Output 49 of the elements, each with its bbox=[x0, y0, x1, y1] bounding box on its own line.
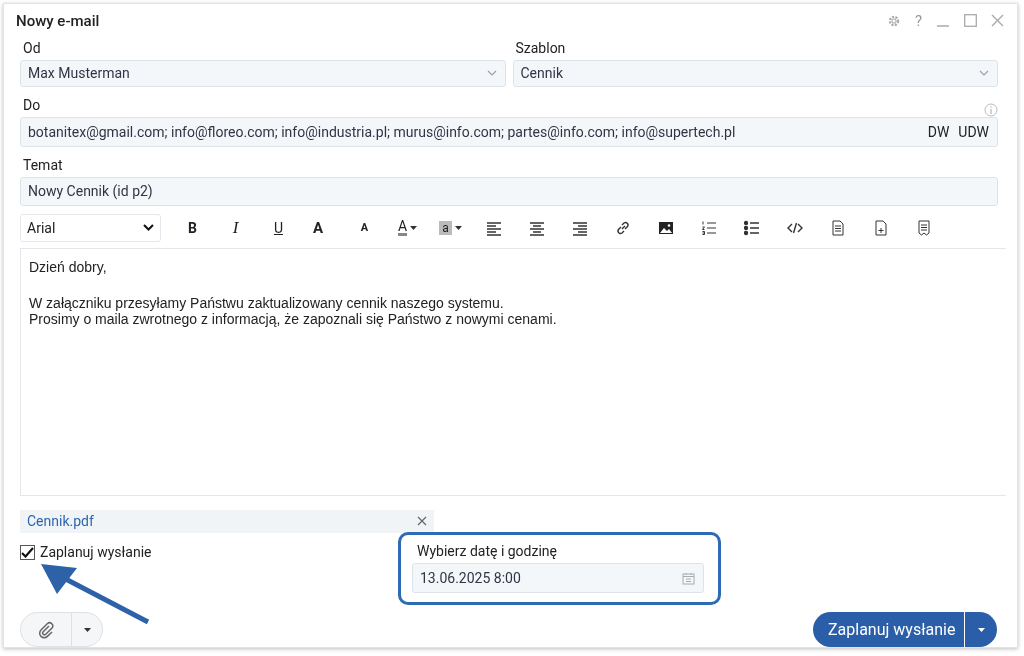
chevron-icon bbox=[486, 70, 497, 77]
caret-icon bbox=[454, 225, 462, 230]
chevron-icon bbox=[979, 70, 989, 77]
caret-icon bbox=[977, 627, 985, 632]
bcc-link[interactable]: UDW bbox=[958, 123, 989, 140]
shrink-button[interactable]: A bbox=[343, 213, 386, 242]
font-dropdown[interactable]: Arial bbox=[20, 213, 161, 242]
cc-link[interactable]: DW bbox=[927, 123, 950, 140]
underline-button[interactable]: U bbox=[257, 213, 300, 242]
field-label: Do bbox=[22, 95, 41, 115]
new-document-icon bbox=[872, 219, 889, 236]
field-label: Szablon bbox=[514, 38, 567, 58]
sender-dropdown[interactable]: Max Musterman bbox=[20, 59, 506, 87]
document-icon bbox=[829, 219, 846, 236]
schedule-send-button[interactable]: Zaplanuj wysłanie bbox=[813, 612, 997, 647]
body-paragraph: W załączniku przesyłamy Państwu zaktualizowany cennik naszego systemu. Prosimy o maila zwrotnego z informacją, że zapoznali się Państwo z nowymi cenami. bbox=[29, 294, 558, 327]
italic-button[interactable]: I bbox=[214, 213, 257, 242]
window-title: Nowy e-mail bbox=[16, 11, 101, 30]
caret-icon bbox=[410, 225, 418, 230]
color-button[interactable]: A bbox=[386, 213, 429, 242]
highlight-button[interactable]: a bbox=[429, 213, 472, 242]
chevron-icon bbox=[143, 224, 154, 232]
bold-button[interactable]: B bbox=[171, 213, 214, 242]
attachment-name[interactable]: Cennik.pdf bbox=[27, 513, 94, 530]
template-icon bbox=[915, 219, 932, 236]
field-label: Od bbox=[22, 38, 42, 58]
paperclip-icon bbox=[37, 620, 55, 639]
align-left-icon bbox=[485, 219, 502, 236]
attach-button[interactable] bbox=[20, 612, 103, 647]
message-editor[interactable]: Dzień dobry, W załączniku przesyłamy Państwu zaktualizowany cennik naszego systemu. Prosimy o maila zwrotnego z informacją, że zapoznali się Państwo z nowymi cenami. bbox=[20, 247, 1006, 496]
field-label: Wybierz datę i godzinę bbox=[416, 542, 558, 562]
template-dropdown[interactable]: Cennik bbox=[512, 59, 998, 87]
grow-button[interactable]: A bbox=[300, 213, 343, 242]
ordered-list-icon bbox=[700, 219, 717, 236]
align-center-icon bbox=[528, 219, 545, 236]
image-icon bbox=[657, 219, 674, 236]
checkbox[interactable] bbox=[20, 545, 35, 561]
close-icon[interactable] bbox=[417, 516, 427, 527]
caret-icon bbox=[83, 627, 91, 632]
bullet-list-icon bbox=[743, 219, 760, 236]
subject-field[interactable]: Nowy Cennik (id p2) bbox=[20, 176, 998, 206]
link-icon bbox=[614, 219, 631, 236]
recipients-field[interactable]: botanitex@gmail.com; info@floreo.com; info@industria.pl; murus@info.com; partes@info.com; info@supertech.pl DW UDW bbox=[20, 116, 998, 147]
recipients-text: botanitex@gmail.com; info@floreo.com; info@industria.pl; murus@info.com; partes@info.com; info@supertech.pl bbox=[28, 123, 737, 140]
checkbox-label: Zaplanuj wysłanie bbox=[40, 544, 152, 561]
align-right-icon bbox=[571, 219, 588, 236]
datetime-field[interactable]: 13.06.2025 8:00 bbox=[412, 563, 704, 594]
body-paragraph: Dzień dobry, bbox=[29, 258, 108, 275]
field-label: Temat bbox=[22, 155, 63, 175]
